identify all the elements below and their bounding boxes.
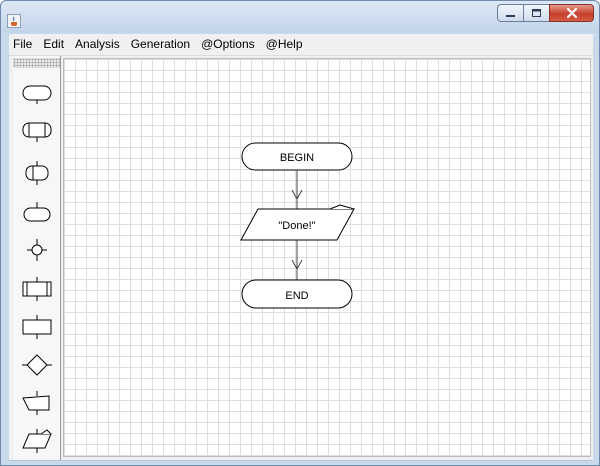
minimize-icon bbox=[506, 15, 515, 17]
end-label: END bbox=[285, 290, 308, 302]
menu-help[interactable]: @Help bbox=[262, 34, 307, 55]
flow-arrow bbox=[291, 170, 303, 209]
close-icon bbox=[566, 7, 578, 19]
input-shape-tool[interactable] bbox=[15, 386, 59, 420]
input-shape-icon bbox=[22, 391, 50, 415]
process-shape-tool[interactable] bbox=[15, 114, 59, 148]
menu-generation[interactable]: Generation bbox=[127, 34, 194, 55]
close-button[interactable] bbox=[549, 4, 594, 22]
junction-node-icon bbox=[27, 239, 47, 261]
maximize-icon bbox=[532, 9, 541, 17]
terminal-shape-tool[interactable] bbox=[15, 76, 59, 110]
menu-bar: File Edit Analysis Generation @Options @… bbox=[9, 34, 593, 56]
application-window: File Edit Analysis Generation @Options @… bbox=[0, 0, 600, 466]
process-block-icon bbox=[22, 315, 52, 339]
output-label: "Done!" bbox=[278, 220, 315, 232]
output-shape-tool[interactable] bbox=[15, 424, 59, 458]
window-controls bbox=[497, 4, 594, 23]
maximize-button[interactable] bbox=[523, 4, 549, 22]
terminal-connector-tool[interactable] bbox=[15, 196, 59, 230]
flow-arrow bbox=[291, 240, 303, 280]
menu-analysis[interactable]: Analysis bbox=[71, 34, 124, 55]
process-block-tool[interactable] bbox=[15, 310, 59, 344]
junction-node-tool[interactable] bbox=[15, 233, 59, 267]
connector-shape-tool[interactable] bbox=[15, 156, 59, 190]
begin-node[interactable]: BEGIN bbox=[241, 142, 353, 171]
menu-file[interactable]: File bbox=[9, 34, 36, 55]
flowchart-diagram: BEGIN "Done!" END bbox=[240, 142, 355, 309]
decision-shape-tool[interactable] bbox=[15, 348, 59, 382]
output-shape-icon bbox=[22, 429, 52, 453]
output-node[interactable]: "Done!" bbox=[240, 204, 355, 241]
subroutine-shape-icon bbox=[22, 277, 52, 301]
subroutine-shape-tool[interactable] bbox=[15, 272, 59, 306]
java-cup-icon[interactable] bbox=[7, 14, 21, 28]
process-shape-icon bbox=[22, 122, 52, 142]
decision-shape-icon bbox=[22, 354, 52, 376]
palette-drag-handle[interactable] bbox=[13, 58, 60, 68]
menu-options[interactable]: @Options bbox=[197, 34, 259, 55]
title-bar bbox=[1, 1, 599, 33]
minimize-button[interactable] bbox=[497, 4, 523, 22]
terminal-shape-icon bbox=[22, 85, 52, 104]
begin-label: BEGIN bbox=[280, 152, 314, 164]
terminal-connector-icon bbox=[23, 202, 51, 222]
end-node[interactable]: END bbox=[241, 279, 353, 309]
shape-palette bbox=[13, 56, 61, 460]
menu-edit[interactable]: Edit bbox=[39, 34, 68, 55]
flowchart-canvas[interactable]: BEGIN "Done!" END bbox=[63, 58, 591, 457]
connector-shape-icon bbox=[25, 161, 49, 185]
